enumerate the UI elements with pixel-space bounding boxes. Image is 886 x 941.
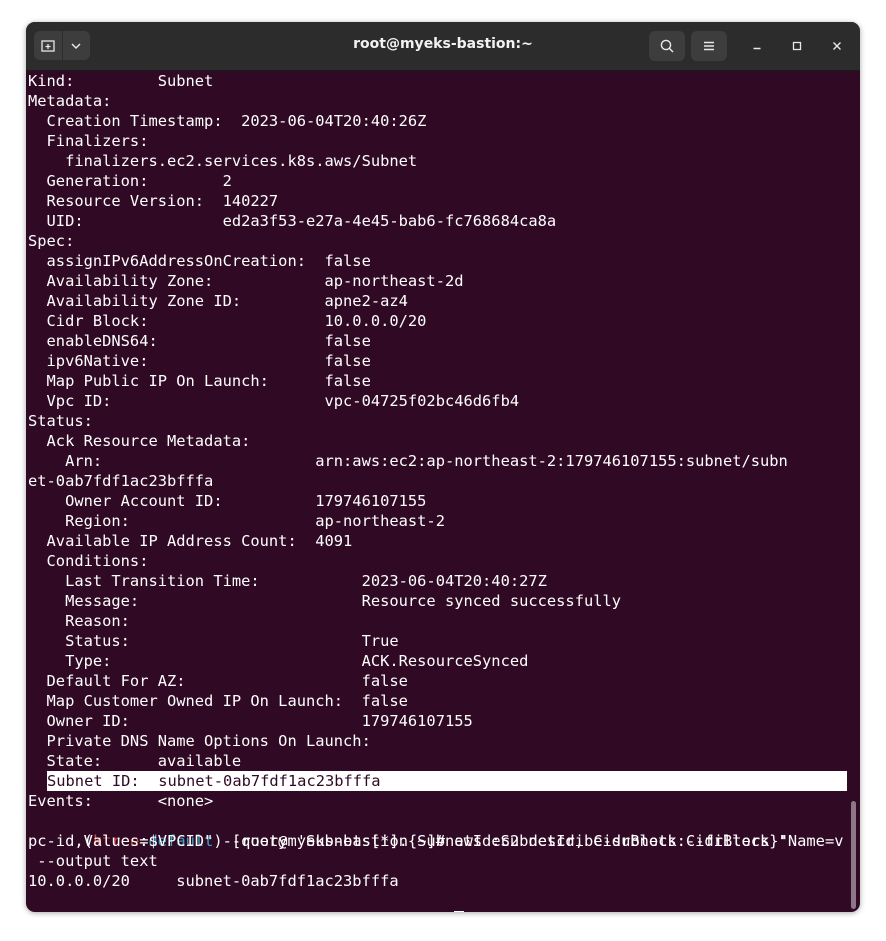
output-line: Reason:	[28, 612, 130, 630]
close-icon	[833, 42, 841, 50]
output-line: Map Customer Owned IP On Launch: false	[28, 692, 408, 710]
output-line: Metadata:	[28, 92, 112, 110]
output-line: Resource Version: 140227	[28, 192, 279, 210]
output-line: Arn: arn:aws:ec2:ap-northeast-2:17974610…	[28, 452, 788, 470]
output-line: Finalizers:	[28, 132, 149, 150]
output-line: Last Transition Time: 2023-06-04T20:40:2…	[28, 572, 547, 590]
output-line: Availability Zone ID: apne2-az4	[28, 292, 408, 310]
output-line: Available IP Address Count: 4091	[28, 532, 353, 550]
minimize-button[interactable]	[746, 35, 768, 57]
prompt-line: (ktree:default) [root@myeks-bastion ~]# …	[28, 811, 844, 850]
output-line: Kind: Subnet	[28, 72, 214, 90]
output-line: ipv6Native: false	[28, 352, 371, 370]
output-line: Owner Account ID: 179746107155	[28, 492, 427, 510]
output-line: Owner ID: 179746107155	[28, 712, 473, 730]
output-line: Events: <none>	[28, 792, 214, 810]
close-button[interactable]	[826, 35, 848, 57]
search-icon	[660, 39, 674, 53]
output-line: State: available	[28, 752, 242, 770]
output-line: Status: True	[28, 632, 399, 650]
output-line: Ack Resource Metadata:	[28, 432, 251, 450]
scrollbar-thumb[interactable]	[851, 801, 856, 909]
output-line: finalizers.ec2.services.k8s.aws/Subnet	[28, 152, 418, 170]
output-line: Region: ap-northeast-2	[28, 512, 445, 530]
command-line: --output text	[28, 852, 158, 870]
output-line: Status:	[28, 412, 93, 430]
window-title: root@myeks-bastion:~	[353, 36, 533, 52]
output-line: Conditions:	[28, 552, 149, 570]
output-line: Message: Resource synced successfully	[28, 592, 622, 610]
output-line: Spec:	[28, 232, 75, 250]
output-line: assignIPv6AddressOnCreation: false	[28, 252, 371, 270]
output-line: Cidr Block: 10.0.0.0/20	[28, 312, 427, 330]
selected-output-line: Subnet ID: subnet-0ab7fdf1ac23bfffa	[47, 771, 847, 791]
output-line: Default For AZ: false	[28, 672, 408, 690]
menu-button[interactable]	[691, 31, 727, 61]
terminal-content[interactable]: Kind: Subnet Metadata: Creation Timestamp…	[26, 71, 860, 912]
search-button[interactable]	[649, 31, 685, 61]
minimize-icon	[753, 47, 761, 50]
output-line: Vpc ID: vpc-04725f02bc46d6fb4	[28, 392, 520, 410]
title-bar: root@myeks-bastion:~	[26, 22, 860, 71]
maximize-button[interactable]	[786, 35, 808, 57]
output-line: Private DNS Name Options On Launch:	[28, 732, 371, 750]
output-line: Creation Timestamp: 2023-06-04T20:40:26Z	[28, 112, 427, 130]
output-line: Map Public IP On Launch: false	[28, 372, 371, 390]
output-line: Generation: 2	[28, 172, 232, 190]
output-line: enableDNS64: false	[28, 332, 371, 350]
active-prompt-line: (ktree:default) [root@myeks-bastion ~]#	[28, 891, 465, 912]
hamburger-menu-icon	[704, 41, 714, 51]
output-line: et-0ab7fdf1ac23bfffa	[28, 472, 214, 490]
output-line: Type: ACK.ResourceSynced	[28, 652, 529, 670]
maximize-icon	[792, 41, 802, 51]
command-line: pc-id,Values=$VPCID" --query 'Subnets[*]…	[28, 832, 788, 850]
output-line: Availability Zone: ap-northeast-2d	[28, 272, 464, 290]
output-line: UID: ed2a3f53-e27a-4e45-bab6-fc768684ca8…	[28, 212, 557, 230]
command-output-line: 10.0.0.0/20 subnet-0ab7fdf1ac23bfffa	[28, 872, 399, 890]
terminal-window: root@myeks-bastion:~ Kind: Subnet Metada…	[26, 22, 860, 912]
text-cursor	[454, 911, 465, 912]
